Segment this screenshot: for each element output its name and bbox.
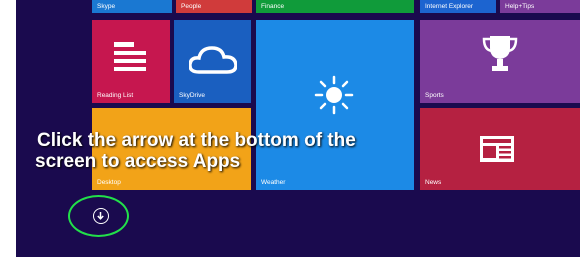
tile-help-tips[interactable]: Help+Tips (500, 0, 580, 13)
instruction-line-1: Click the arrow at the bottom of the (37, 130, 356, 151)
tile-label: SkyDrive (179, 92, 206, 99)
tile-skype[interactable]: Skype (92, 0, 172, 13)
tile-label: Skype (97, 3, 116, 10)
instruction-line-2: screen to access Apps (35, 151, 241, 172)
trophy-icon (482, 34, 518, 74)
tile-internet-explorer[interactable]: Internet Explorer (420, 0, 496, 13)
tile-label: Desktop (97, 179, 121, 186)
tile-reading-list[interactable]: Reading List (92, 20, 170, 103)
tile-label: News (425, 179, 442, 186)
tile-finance[interactable]: Finance (256, 0, 414, 13)
cloud-icon (188, 44, 238, 74)
tile-label: People (181, 3, 202, 10)
tile-sports[interactable]: Sports (420, 20, 580, 103)
tile-label: Internet Explorer (425, 3, 474, 10)
sun-icon (314, 75, 354, 115)
tile-skydrive[interactable]: SkyDrive (174, 20, 251, 103)
instruction-caption: Click the arrow at the bottom of the scr… (35, 130, 505, 172)
tile-label: Finance (261, 3, 285, 10)
tile-label: Weather (261, 179, 286, 186)
tile-label: Help+Tips (505, 3, 535, 10)
tile-people[interactable]: People (176, 0, 252, 13)
news-icon (480, 136, 514, 162)
tile-label: Sports (425, 92, 444, 99)
tile-label: Reading List (97, 92, 134, 99)
reading-list-icon (114, 42, 146, 72)
highlight-circle (68, 195, 129, 237)
start-screen: Skype People Finance Internet Explorer H… (16, 0, 580, 257)
